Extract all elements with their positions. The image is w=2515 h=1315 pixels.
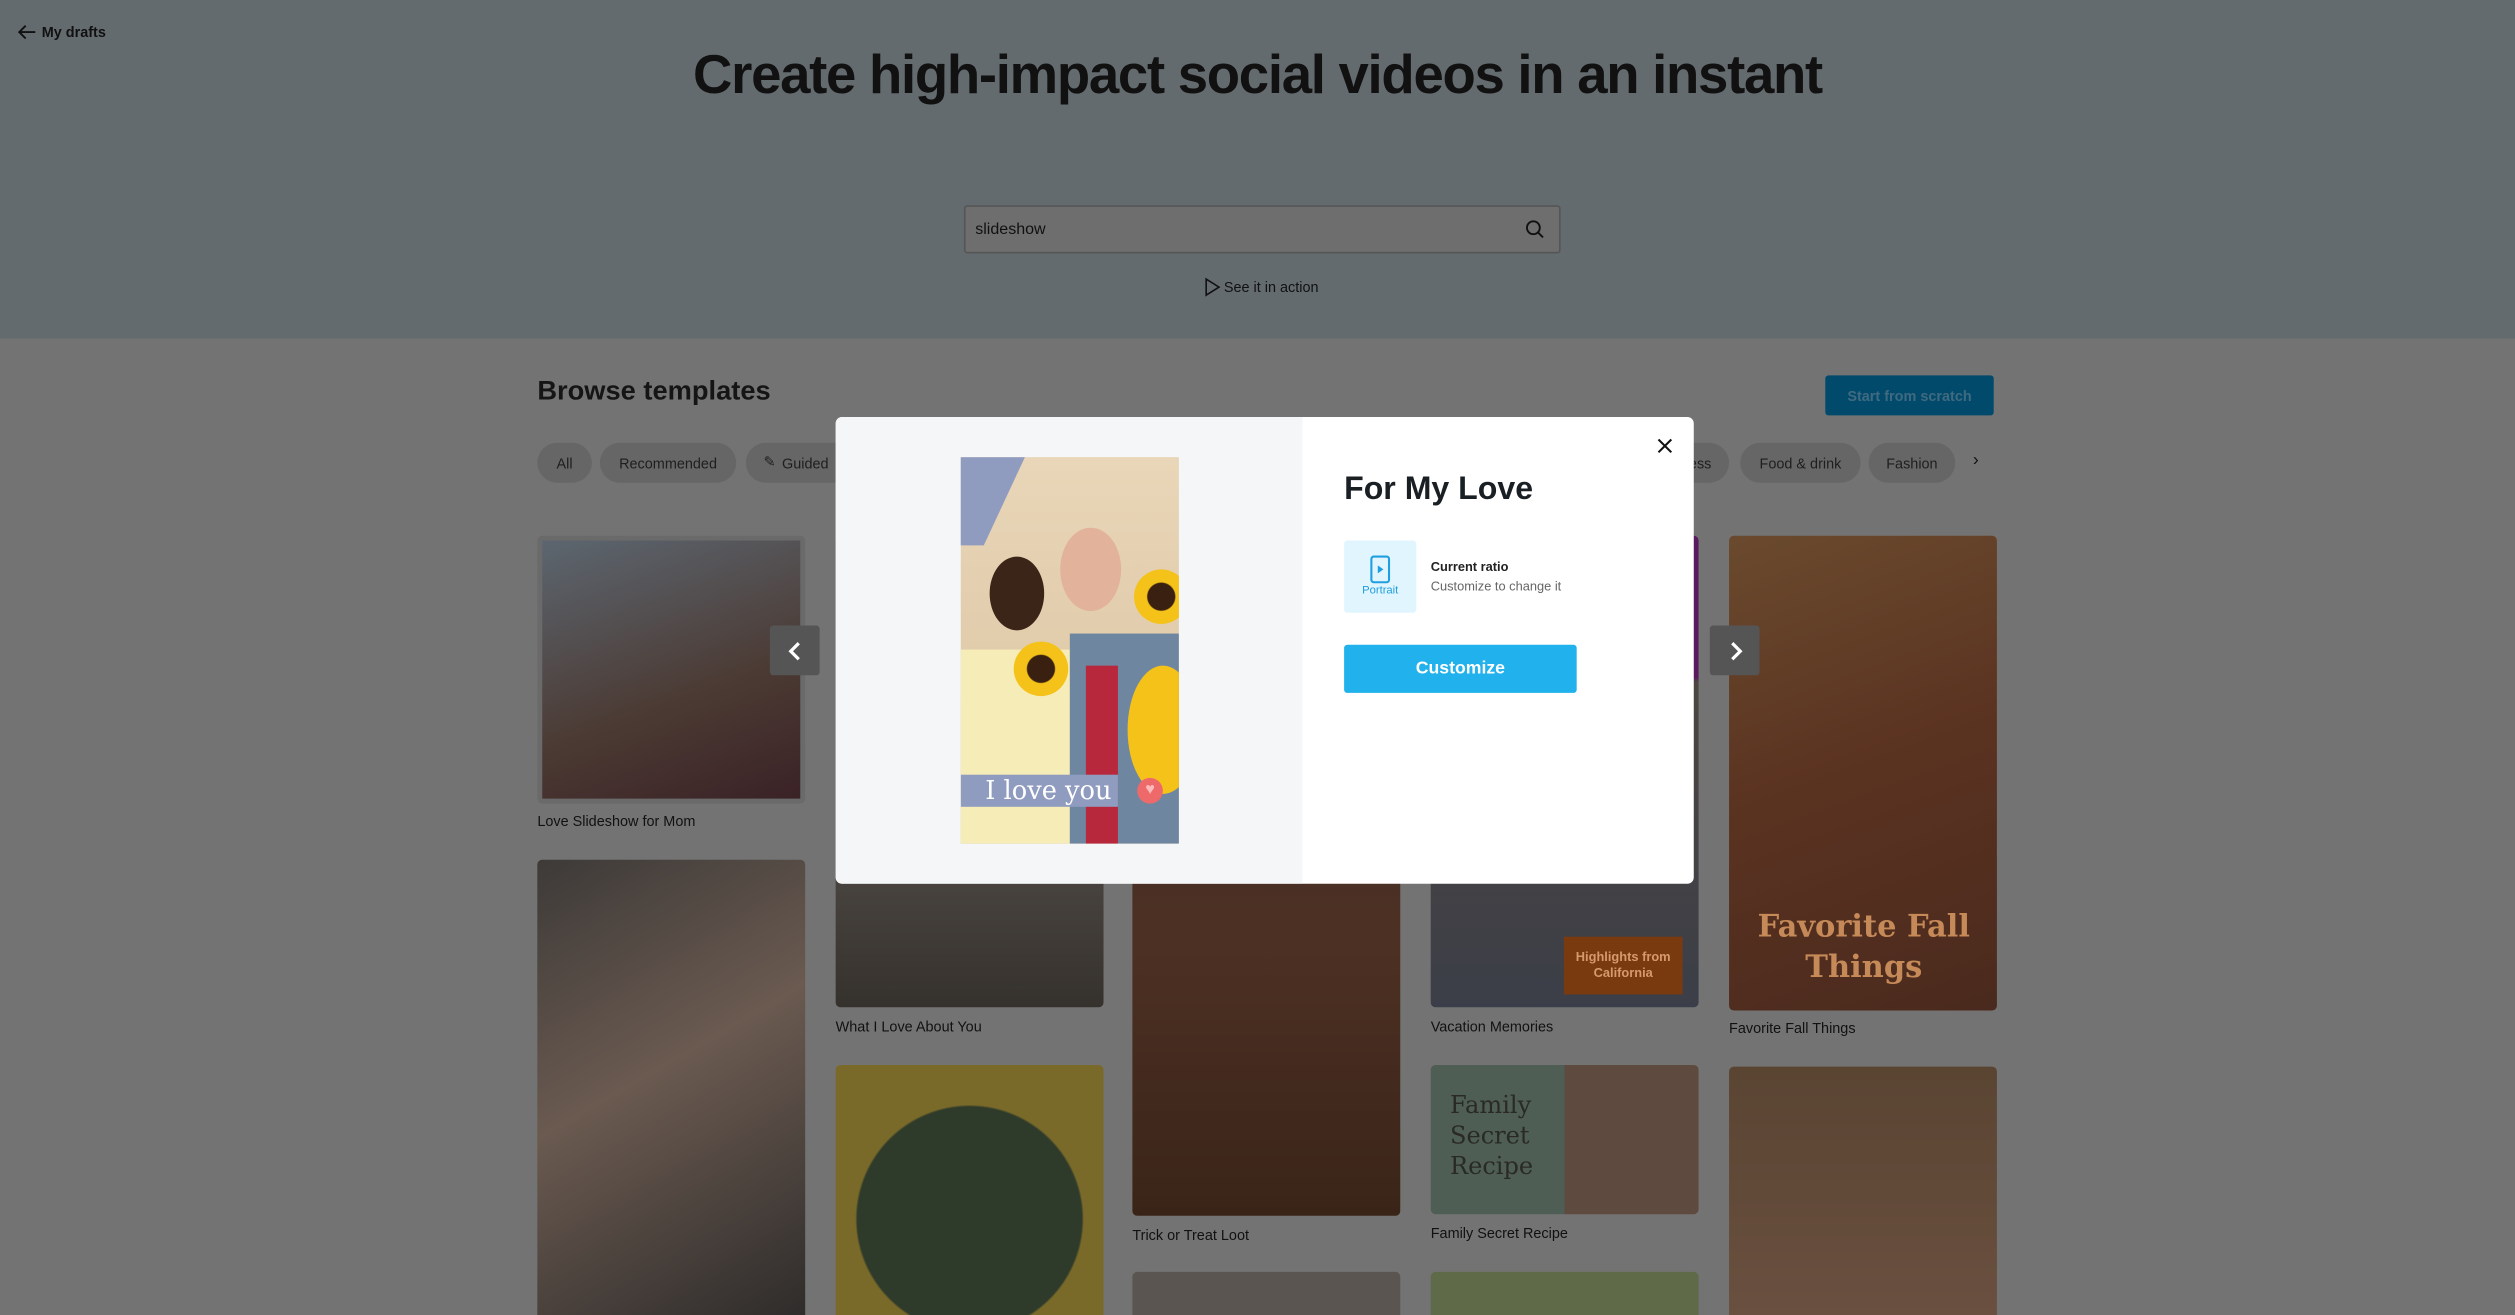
ratio-hint: Customize to change it	[1430, 579, 1562, 594]
template-card[interactable]	[1430, 1271, 1699, 1315]
see-action-label: See it in action	[1223, 279, 1319, 296]
carousel-prev-button[interactable]	[769, 625, 820, 676]
template-card-family-recipe[interactable]: Family Secret Recipe	[1430, 1065, 1699, 1215]
portrait-ratio-icon	[1370, 555, 1391, 584]
customize-button[interactable]: Customize	[1344, 644, 1577, 693]
see-it-in-action-link[interactable]: See it in action	[1205, 277, 1319, 297]
chip-all[interactable]: All	[537, 442, 592, 483]
chevron-right-icon[interactable]: ›	[1973, 451, 1979, 470]
template-preview-modal: I love you ♥ For My Love Portrait Curren…	[835, 417, 1694, 884]
play-icon	[1205, 277, 1221, 297]
close-icon[interactable]	[1654, 435, 1676, 457]
template-label: What I Love About You	[835, 1018, 982, 1035]
template-label: Love Slideshow for Mom	[537, 813, 696, 830]
search-icon[interactable]	[1525, 220, 1544, 239]
modal-title: For My Love	[1344, 471, 1534, 507]
template-card-favorite-fall[interactable]: Favorite Fall Things	[1729, 535, 1997, 1011]
browse-templates-heading: Browse templates	[537, 375, 771, 406]
ratio-title: Current ratio	[1430, 559, 1509, 575]
magic-wand-icon: ✎	[763, 453, 776, 470]
sunflower	[1013, 641, 1069, 697]
back-to-drafts-link[interactable]: My drafts	[17, 24, 106, 41]
template-overlay-text: Family Secret Recipe	[1449, 1090, 1534, 1181]
template-card[interactable]	[1729, 1066, 1997, 1315]
template-preview-video[interactable]: I love you ♥	[960, 457, 1179, 844]
template-card[interactable]	[537, 859, 806, 1315]
template-overlay-text: Favorite Fall Things	[1757, 909, 1970, 985]
template-label: Vacation Memories	[1430, 1018, 1554, 1035]
template-label: Favorite Fall Things	[1729, 1020, 1856, 1037]
chip-food-drink[interactable]: Food & drink	[1740, 442, 1861, 483]
heart-icon: ♥	[1137, 777, 1163, 804]
chip-recommended[interactable]: Recommended	[599, 442, 737, 483]
template-label: Family Secret Recipe	[1430, 1225, 1568, 1242]
hero-title: Create high-impact social videos in an i…	[693, 44, 1823, 106]
template-card-love-slideshow-mom[interactable]	[537, 535, 806, 804]
chevron-left-icon	[787, 641, 800, 660]
template-card[interactable]	[835, 1065, 1104, 1315]
ratio-name: Portrait	[1362, 585, 1399, 597]
template-overlay-text: Highlights from California	[1563, 936, 1683, 995]
start-from-scratch-button[interactable]: Start from scratch	[1825, 375, 1994, 416]
template-card[interactable]	[1132, 1271, 1401, 1315]
preview-panel: I love you ♥	[835, 417, 1303, 884]
chip-fashion[interactable]: Fashion	[1868, 442, 1956, 483]
arrow-left-icon	[17, 24, 36, 40]
chevron-right-icon	[1730, 641, 1742, 660]
back-label: My drafts	[41, 24, 106, 41]
carousel-next-button[interactable]	[1709, 625, 1760, 676]
ratio-selector[interactable]: Portrait	[1344, 540, 1417, 613]
search-input[interactable]	[975, 206, 1505, 252]
preview-caption: I love you	[960, 774, 1118, 807]
template-search[interactable]	[963, 205, 1561, 254]
template-label: Trick or Treat Loot	[1132, 1227, 1250, 1244]
